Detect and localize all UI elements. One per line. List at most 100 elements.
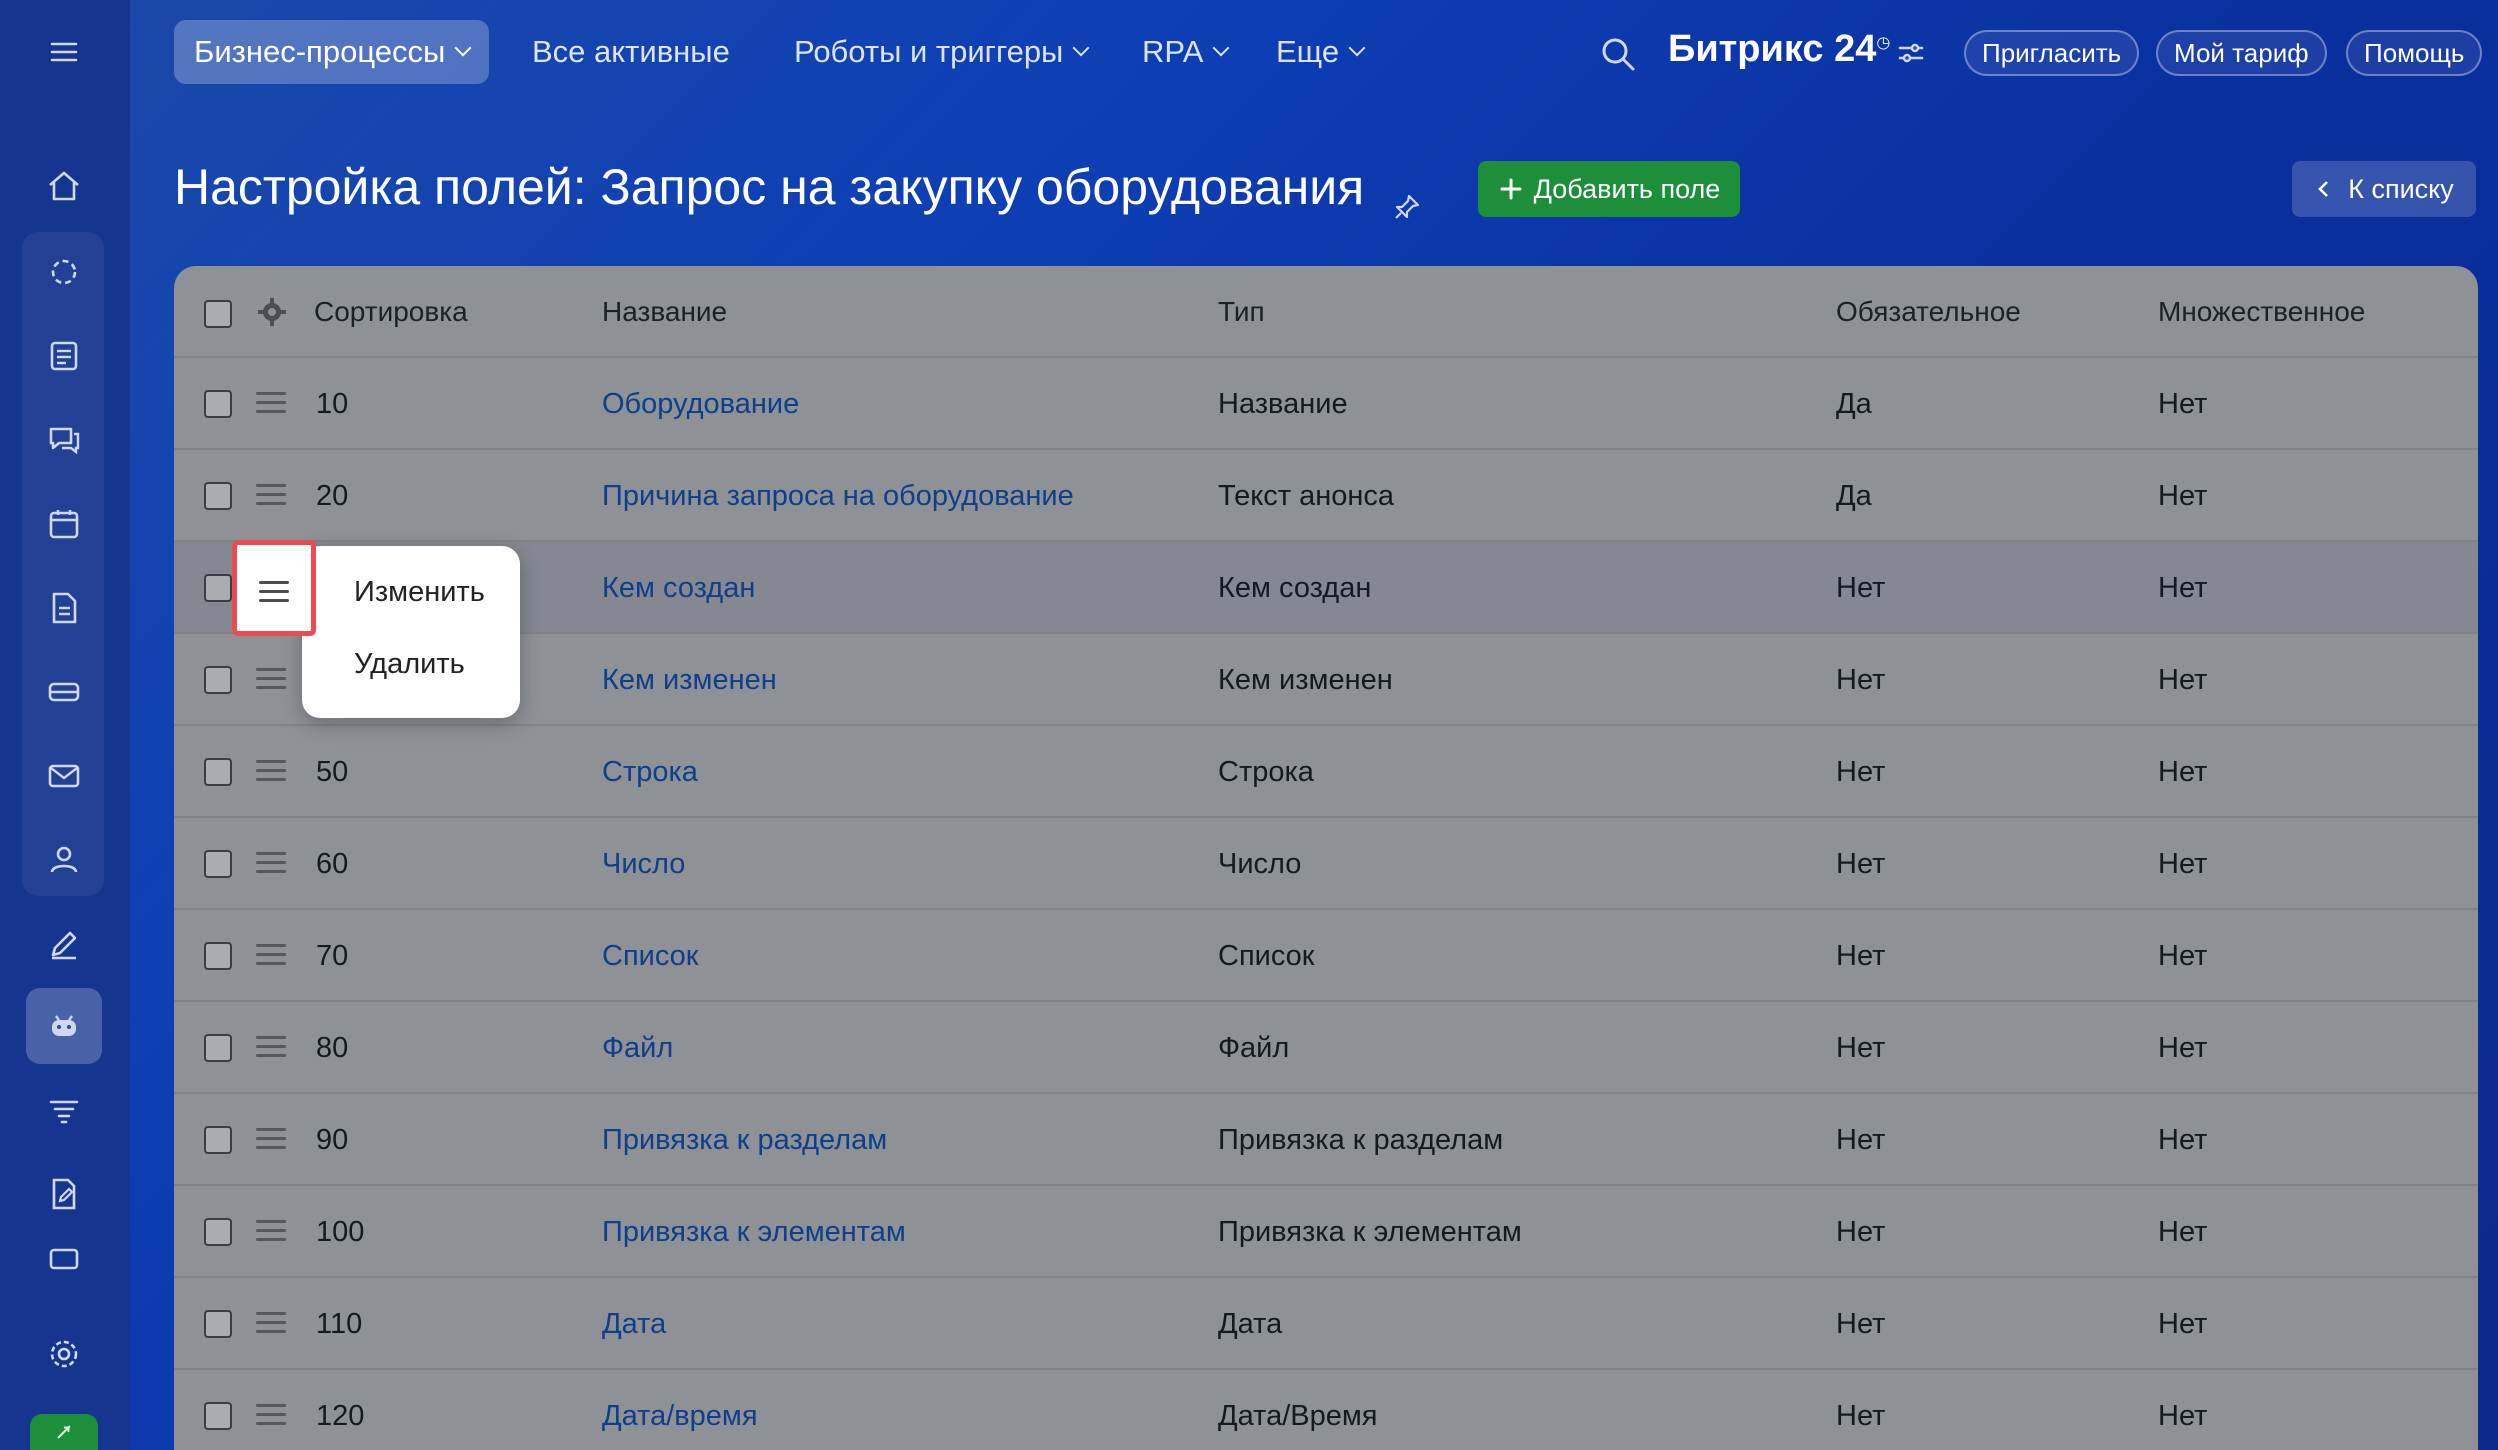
cell-name-link[interactable]: Дата: [602, 1278, 666, 1370]
drag-handle-icon[interactable]: [256, 1128, 286, 1150]
doc-edit-icon[interactable]: [26, 1156, 102, 1232]
row-checkbox[interactable]: [204, 1310, 232, 1338]
row-checkbox[interactable]: [204, 390, 232, 418]
drive-icon[interactable]: [26, 654, 102, 730]
column-header-sort[interactable]: Сортировка: [314, 266, 468, 358]
drag-handle-icon[interactable]: [256, 392, 286, 414]
cell-name-link[interactable]: Дата/время: [602, 1370, 758, 1450]
my-tariff-button[interactable]: Мой тариф: [2156, 30, 2327, 76]
row-checkbox[interactable]: [204, 1034, 232, 1062]
row-checkbox[interactable]: [204, 758, 232, 786]
contacts-icon[interactable]: [26, 822, 102, 898]
column-header-name[interactable]: Название: [602, 266, 727, 358]
filter-icon[interactable]: [26, 1072, 102, 1148]
menu-icon[interactable]: [26, 14, 102, 90]
drag-handle-icon[interactable]: [256, 852, 286, 874]
column-header-multiple[interactable]: Множественное: [2158, 266, 2365, 358]
document-icon[interactable]: [26, 570, 102, 646]
back-to-list-button[interactable]: К списку: [2292, 161, 2476, 217]
cell-name-link[interactable]: Число: [602, 818, 685, 910]
row-checkbox[interactable]: [204, 942, 232, 970]
home-icon[interactable]: [26, 148, 102, 224]
drag-handle-icon[interactable]: [256, 760, 286, 782]
cell-name-link[interactable]: Кем изменен: [602, 634, 777, 726]
cell-sort: 60: [316, 847, 349, 880]
signature-icon[interactable]: [26, 906, 102, 982]
feed-icon[interactable]: [26, 234, 102, 310]
row-checkbox[interactable]: [204, 1126, 232, 1154]
nav-business-processes[interactable]: Бизнес-процессы: [174, 20, 490, 84]
cell-type: Дата: [1218, 1307, 1283, 1340]
select-all-checkbox[interactable]: [204, 300, 232, 328]
cell-name-link[interactable]: Список: [602, 910, 699, 1002]
table-header: Сортировка Название Тип Обязательное Мно…: [174, 266, 2478, 358]
cell-name-link[interactable]: Причина запроса на оборудование: [602, 450, 1074, 542]
cell-sort: 100: [316, 1215, 365, 1248]
drag-handle-icon[interactable]: [256, 668, 286, 690]
add-field-button[interactable]: Добавить поле: [1478, 161, 1740, 217]
cell-name-link[interactable]: Привязка к разделам: [602, 1094, 887, 1186]
nav-robots-triggers[interactable]: Роботы и триггеры: [774, 20, 1107, 84]
monitor-icon[interactable]: [26, 1240, 102, 1280]
automation-robot-icon[interactable]: [26, 988, 102, 1064]
row-actions-handle-highlighted[interactable]: [232, 540, 316, 636]
drag-handle-icon[interactable]: [256, 1220, 286, 1242]
drag-handle-icon[interactable]: [256, 484, 286, 506]
cell-name-link[interactable]: Файл: [602, 1002, 673, 1094]
nav-rpa[interactable]: RPA: [1122, 20, 1247, 84]
table-row: 10 Оборудование Название Да Нет: [174, 358, 2478, 450]
plus-icon: [1500, 178, 1522, 200]
row-checkbox[interactable]: [204, 666, 232, 694]
row-checkbox[interactable]: [204, 850, 232, 878]
settings-gear-icon[interactable]: [26, 1316, 102, 1392]
cell-multiple: Нет: [2158, 479, 2208, 512]
column-header-required[interactable]: Обязательное: [1836, 266, 2021, 358]
cell-sort: 20: [316, 479, 349, 512]
drag-handle-icon[interactable]: [256, 1312, 286, 1334]
cell-required: Нет: [1836, 1031, 1886, 1064]
cell-type: Привязка к разделам: [1218, 1123, 1504, 1156]
row-checkbox[interactable]: [204, 1218, 232, 1246]
cell-type: Дата/Время: [1218, 1399, 1378, 1432]
rocket-icon[interactable]: [30, 1414, 98, 1450]
cell-multiple: Нет: [2158, 1031, 2208, 1064]
drag-handle-icon[interactable]: [256, 944, 286, 966]
cell-name-link[interactable]: Оборудование: [602, 358, 799, 450]
table-row: 60 Число Число Нет Нет: [174, 818, 2478, 910]
cell-name-link[interactable]: Привязка к элементам: [602, 1186, 906, 1278]
cell-required: Нет: [1836, 755, 1886, 788]
cell-name-link[interactable]: Строка: [602, 726, 698, 818]
cell-name-link[interactable]: Кем создан: [602, 542, 755, 634]
table-row: 100 Привязка к элементам Привязка к элемен…: [174, 1186, 2478, 1278]
invite-button[interactable]: Пригласить: [1964, 30, 2140, 76]
column-header-type[interactable]: Тип: [1218, 266, 1265, 358]
menu-item-delete[interactable]: Удалить: [354, 648, 465, 681]
cell-required: Нет: [1836, 1307, 1886, 1340]
row-checkbox[interactable]: [204, 482, 232, 510]
adjust-settings-icon[interactable]: [1896, 38, 1926, 68]
drag-handle-icon[interactable]: [256, 1404, 286, 1426]
calendar-icon[interactable]: [26, 486, 102, 562]
table-row: 20 Причина запроса на оборудование Текст а…: [174, 450, 2478, 542]
cell-type: Файл: [1218, 1031, 1290, 1064]
row-checkbox[interactable]: [204, 574, 232, 602]
help-label: Помощь: [2364, 37, 2465, 68]
tasks-icon[interactable]: [26, 318, 102, 394]
nav-more[interactable]: Еще: [1256, 20, 1383, 84]
chevron-down-icon: [1072, 39, 1090, 57]
menu-item-edit[interactable]: Изменить: [354, 576, 485, 609]
clock-icon: ◷: [1876, 34, 1891, 52]
cell-required: Нет: [1836, 847, 1886, 880]
chat-icon[interactable]: [26, 402, 102, 478]
table-row: 70 Список Список Нет Нет: [174, 910, 2478, 1002]
column-settings-gear-icon[interactable]: [256, 296, 288, 328]
search-icon[interactable]: [1598, 34, 1638, 74]
nav-all-active[interactable]: Все активные: [512, 20, 750, 84]
mail-icon[interactable]: [26, 738, 102, 814]
drag-handle-icon[interactable]: [256, 1036, 286, 1058]
add-field-label: Добавить поле: [1533, 173, 1721, 204]
nav-label: Роботы и триггеры: [794, 34, 1064, 69]
help-button[interactable]: Помощь: [2346, 30, 2483, 76]
row-checkbox[interactable]: [204, 1402, 232, 1430]
pin-icon[interactable]: [1392, 176, 1422, 219]
